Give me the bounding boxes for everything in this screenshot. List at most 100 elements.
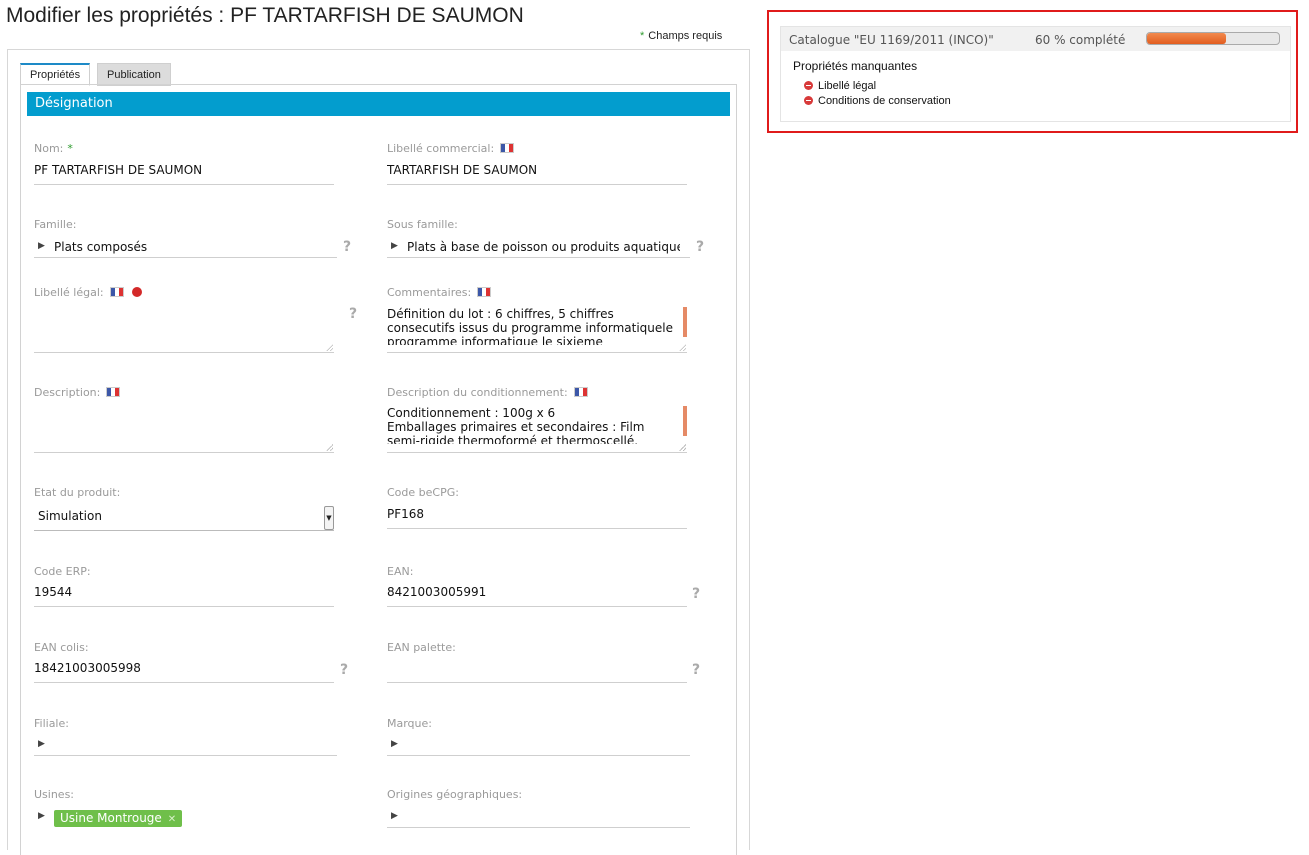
libelle-commercial-label-text: Libellé commercial:: [387, 142, 495, 155]
page-title: Modifier les propriétés : PF TARTARFISH …: [6, 4, 524, 27]
question-mark-icon[interactable]: ?: [692, 662, 700, 678]
catalog-completion-label: 60 % complété: [1035, 33, 1126, 47]
sous-famille-underline: [387, 257, 690, 258]
famille-input[interactable]: Plats composés: [54, 240, 334, 254]
ean-input[interactable]: 8421003005991: [387, 585, 687, 599]
usine-tag-label: Usine Montrouge: [60, 811, 162, 825]
origines-label: Origines géographiques:: [387, 788, 523, 801]
commentaires-underline: [387, 352, 687, 353]
chevron-down-icon[interactable]: ▼: [324, 506, 334, 530]
minus-circle-icon: [804, 96, 813, 105]
sous-famille-label: Sous famille:: [387, 218, 458, 231]
usines-label: Usines:: [34, 788, 75, 801]
libelle-legal-label: Libellé légal:: [34, 286, 142, 299]
question-mark-icon[interactable]: ?: [340, 662, 348, 678]
french-flag-icon: [573, 387, 588, 397]
libelle-legal-label-text: Libellé légal:: [34, 286, 104, 299]
nom-input[interactable]: PF TARTARFISH DE SAUMON: [34, 163, 334, 177]
description-label: Description:: [34, 386, 121, 399]
libelle-commercial-input[interactable]: TARTARFISH DE SAUMON: [387, 163, 687, 177]
code-erp-underline: [34, 606, 334, 607]
commentaires-line: Définition du lot : 6 chiffres, 5 chiffr…: [387, 307, 614, 321]
resize-grip[interactable]: [326, 344, 333, 351]
libelle-legal-textarea[interactable]: [34, 305, 334, 351]
ean-colis-label: EAN colis:: [34, 641, 89, 654]
description-conditionnement-label-text: Description du conditionnement:: [387, 386, 568, 399]
code-becpg-input[interactable]: PF168: [387, 507, 687, 521]
commentaires-label-text: Commentaires:: [387, 286, 472, 299]
french-flag-icon: [106, 387, 121, 397]
resize-grip[interactable]: [326, 444, 333, 451]
commentaires-textarea[interactable]: Définition du lot : 6 chiffres, 5 chiffr…: [387, 307, 677, 345]
libelle-commercial-label: Libellé commercial:: [387, 142, 515, 155]
required-star: *: [67, 142, 73, 155]
ean-underline: [387, 606, 687, 607]
question-mark-icon[interactable]: ?: [349, 306, 357, 322]
commentaires-line: programme informatique le sixieme: [387, 335, 603, 345]
ean-label: EAN:: [387, 565, 414, 578]
nom-underline: [34, 184, 334, 185]
code-becpg-label: Code beCPG:: [387, 486, 459, 499]
tab-publication[interactable]: Publication: [97, 63, 171, 86]
missing-property-label: Libellé légal: [818, 80, 877, 92]
description-conditionnement-scrollbar[interactable]: [683, 406, 687, 436]
french-flag-icon: [500, 143, 515, 153]
famille-underline: [34, 257, 337, 258]
usine-tag[interactable]: Usine Montrouge ✕: [54, 810, 183, 827]
catalog-progress-fill: [1147, 33, 1227, 44]
commentaires-label: Commentaires:: [387, 286, 492, 299]
code-erp-input[interactable]: 19544: [34, 585, 334, 599]
commentaires-line: consecutifs issus du programme informati…: [387, 321, 674, 335]
code-erp-label: Code ERP:: [34, 565, 91, 578]
tab-panel: [20, 84, 737, 855]
description-conditionnement-textarea[interactable]: Conditionnement : 100g x 6 Emballages pr…: [387, 406, 677, 444]
required-star: *: [640, 30, 645, 42]
triangle-right-icon[interactable]: ▶: [391, 241, 398, 251]
minus-circle-icon: [804, 81, 813, 90]
etat-produit-label: Etat du produit:: [34, 486, 121, 499]
etat-produit-value: Simulation: [38, 509, 102, 523]
triangle-right-icon[interactable]: ▶: [391, 739, 398, 749]
description-conditionnement-line: Conditionnement : 100g x 6: [387, 406, 556, 420]
catalog-title: Catalogue "EU 1169/2011 (INCO)": [789, 33, 994, 47]
close-icon[interactable]: ✕: [168, 814, 176, 825]
catalog-progress-bar: [1146, 32, 1280, 45]
question-mark-icon[interactable]: ?: [343, 239, 351, 255]
ean-colis-input[interactable]: 18421003005998: [34, 661, 334, 675]
missing-property-item[interactable]: Libellé légal: [804, 80, 876, 92]
libelle-commercial-underline: [387, 184, 687, 185]
resize-grip[interactable]: [679, 444, 686, 451]
required-fields-note: * Champs requis: [640, 30, 722, 42]
triangle-right-icon[interactable]: ▶: [38, 241, 45, 251]
description-conditionnement-line: Emballages primaires et secondaires : Fi…: [387, 420, 645, 434]
nom-label-text: Nom:: [34, 142, 64, 155]
tab-proprietes[interactable]: Propriétés: [20, 63, 91, 86]
filiale-underline: [34, 755, 337, 756]
description-textarea[interactable]: [34, 405, 334, 451]
question-mark-icon[interactable]: ?: [696, 239, 704, 255]
etat-produit-select[interactable]: Simulation ▼: [34, 506, 334, 531]
libelle-legal-underline: [34, 352, 334, 353]
triangle-right-icon[interactable]: ▶: [391, 811, 398, 821]
commentaires-scrollbar[interactable]: [683, 307, 687, 337]
description-conditionnement-underline: [387, 452, 687, 453]
description-label-text: Description:: [34, 386, 101, 399]
french-flag-icon: [109, 287, 124, 297]
ean-colis-underline: [34, 682, 334, 683]
sous-famille-input[interactable]: Plats à base de poisson ou produits aqua…: [407, 240, 680, 254]
missing-properties-title: Propriétés manquantes: [793, 59, 918, 73]
missing-property-item[interactable]: Conditions de conservation: [804, 95, 951, 107]
resize-grip[interactable]: [679, 344, 686, 351]
origines-underline: [387, 827, 690, 828]
french-flag-icon: [477, 287, 492, 297]
question-mark-icon[interactable]: ?: [692, 586, 700, 602]
missing-indicator-dot: [131, 287, 142, 297]
triangle-right-icon[interactable]: ▶: [38, 811, 45, 821]
ean-palette-label: EAN palette:: [387, 641, 456, 654]
section-header-designation: Désignation: [27, 92, 730, 116]
description-conditionnement-line: semi-rigide thermoformé et thermoscellé.: [387, 434, 639, 444]
required-note-label: Champs requis: [648, 30, 723, 42]
triangle-right-icon[interactable]: ▶: [38, 739, 45, 749]
description-underline: [34, 452, 334, 453]
famille-label: Famille:: [34, 218, 77, 231]
